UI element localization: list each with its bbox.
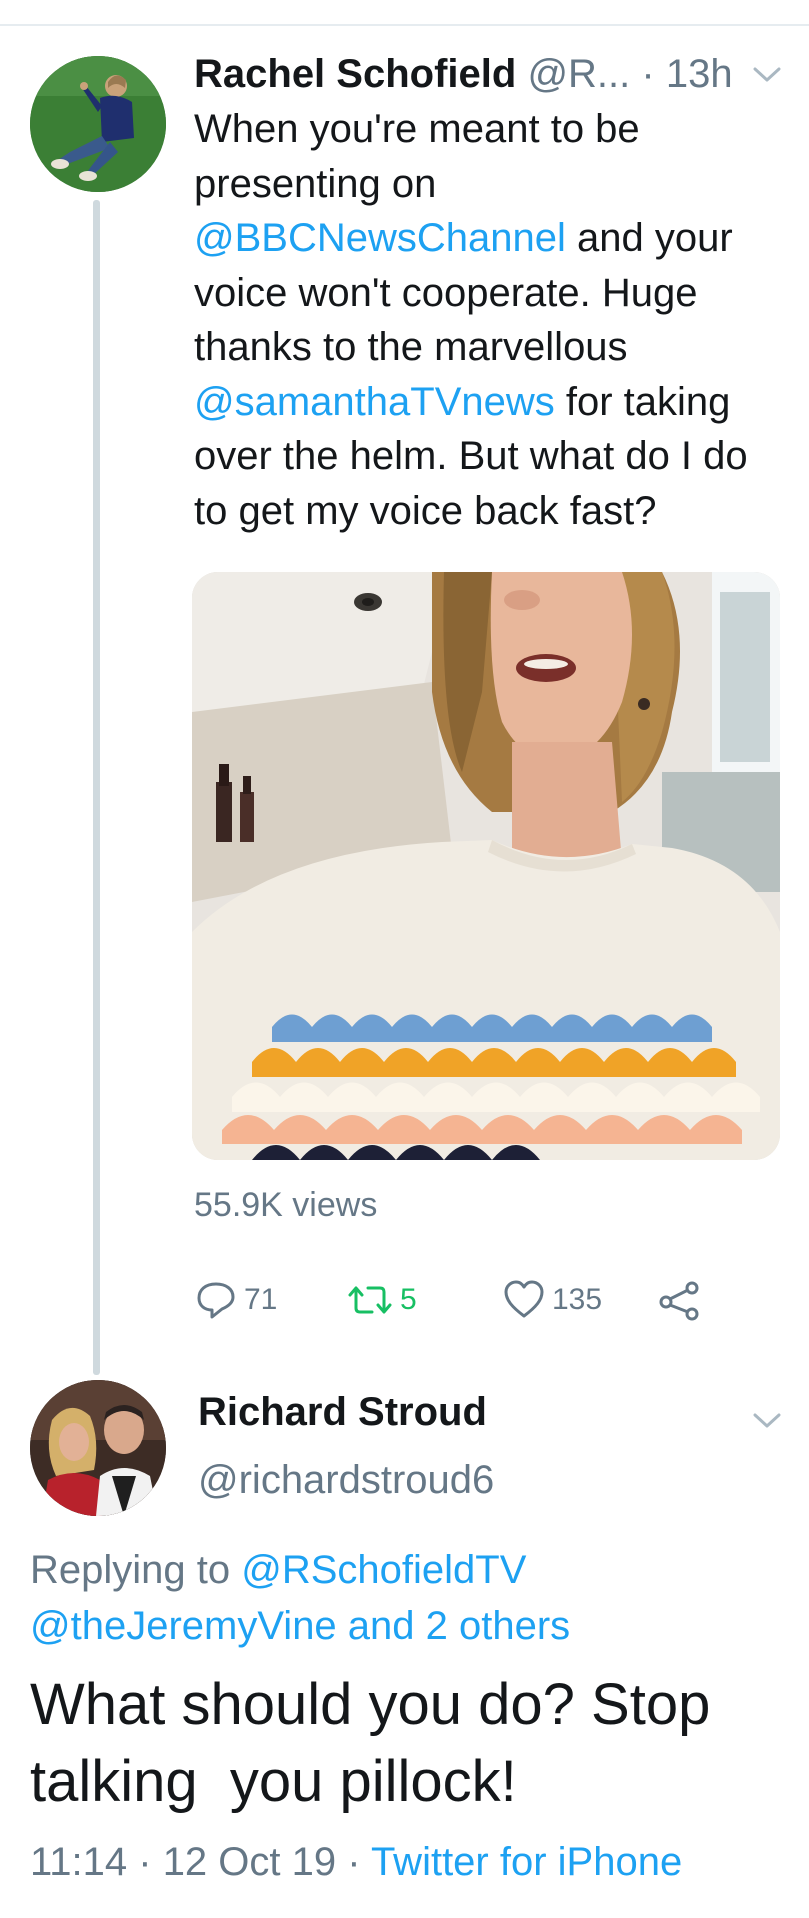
top-divider [0,24,809,26]
video-thumbnail [192,572,780,1160]
like-count: 135 [552,1283,603,1316]
reply-icon [197,1282,235,1319]
meta-separator: · [336,1840,371,1884]
author-handle[interactable]: @R... [527,52,630,96]
reply-time: 11:14 [30,1840,128,1884]
thread-connector-line [93,200,100,1375]
avatar-image [30,1380,166,1516]
like-button[interactable]: 135 [502,1272,602,1328]
share-button[interactable] [658,1272,702,1328]
mention-link[interactable]: @BBCNewsChannel [194,216,566,260]
tweet-text: When you're meant to be presenting on @B… [194,102,784,538]
like-icon [504,1280,544,1318]
reply-author-name[interactable]: Richard Stroud [198,1390,487,1435]
reply-date: 12 Oct 19 [162,1840,337,1884]
mention-link[interactable]: @samanthaTVnews [194,380,555,424]
chevron-down-icon[interactable] [750,64,784,86]
tweet-video[interactable] [192,572,780,1160]
avatar-image [30,56,166,192]
mention-link[interactable]: @theJeremyVine [30,1604,337,1648]
chevron-down-icon[interactable] [750,1410,784,1432]
tweet-text-part: When you're meant to be presenting on [194,107,640,206]
mention-link[interactable]: @RSchofieldTV [241,1548,526,1592]
share-icon [659,1281,699,1321]
avatar[interactable] [30,56,166,192]
tweet-time[interactable]: 13h [666,52,733,96]
time-separator: · [641,52,666,96]
tweet-header: Rachel Schofield @R... · 13h [194,48,774,100]
reply-text: What should you do? Stop talking you pil… [30,1672,727,1814]
others-link[interactable]: and 2 others [337,1604,570,1648]
retweet-icon [348,1286,392,1314]
tweet-actions: 71 5 135 [194,1272,714,1328]
retweet-button[interactable]: 5 [346,1272,417,1328]
replying-to: Replying to @RSchofieldTV @theJeremyVine … [30,1542,770,1654]
avatar[interactable] [30,1380,166,1516]
reply-count: 71 [244,1283,278,1316]
views-count: 55.9K views [194,1186,378,1224]
replying-prefix: Replying to [30,1548,242,1592]
meta-separator: · [127,1840,163,1884]
retweet-count: 5 [400,1283,417,1316]
source-link[interactable]: Twitter for iPhone [371,1840,682,1884]
reply-meta: 11:14 · 12 Oct 19 · Twitter for iPhone [30,1840,682,1885]
reply-button[interactable]: 71 [194,1272,277,1328]
author-name[interactable]: Rachel Schofield [194,52,516,96]
reply-author-handle[interactable]: @richardstroud6 [198,1458,494,1503]
